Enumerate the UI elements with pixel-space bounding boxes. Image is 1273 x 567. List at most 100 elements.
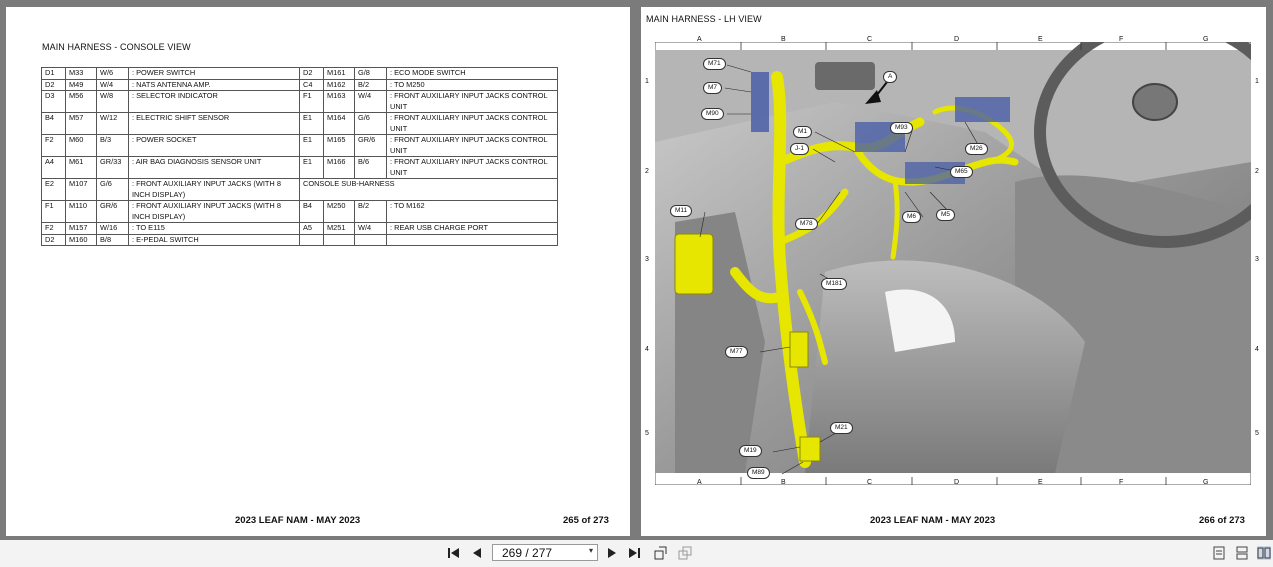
last-page-icon[interactable] — [627, 546, 641, 560]
table-cell: B/8 — [96, 233, 129, 246]
table-cell: W/12 — [96, 112, 129, 135]
table-cell: : TO M250 — [386, 78, 558, 91]
table-cell: D3 — [41, 90, 66, 113]
table-cell: E1 — [299, 112, 324, 135]
table-cell: F1 — [41, 200, 66, 223]
grid-col-label-top: F — [1119, 36, 1124, 43]
table-cell: M56 — [65, 90, 97, 113]
table-cell: E2 — [41, 178, 66, 201]
table-cell: GR/6 — [96, 200, 129, 223]
connector-callout: M19 — [739, 445, 762, 457]
connector-callout: M90 — [701, 108, 724, 120]
grid-col-label-bottom: G — [1203, 479, 1209, 486]
table-cell: : POWER SOCKET — [128, 134, 300, 157]
rotate-icon[interactable] — [654, 546, 668, 560]
grid-col-label-bottom: E — [1038, 479, 1043, 486]
table-cell: B/2 — [354, 200, 387, 223]
footer-title: 2023 LEAF NAM - MAY 2023 — [235, 515, 361, 526]
connector-callout: M11 — [670, 205, 693, 217]
table-cell: : E-PEDAL SWITCH — [128, 233, 300, 246]
connector-table: D1 M33 W/6: POWER SWITCH D2 M161 G/8: ECO MOD… — [41, 67, 558, 246]
table-cell: A5 — [299, 222, 324, 235]
two-page-icon[interactable] — [1257, 546, 1271, 560]
export-icon[interactable] — [678, 546, 692, 560]
table-cell — [386, 233, 558, 246]
grid-row-label-left: 5 — [645, 430, 649, 437]
table-cell: W/4 — [354, 90, 387, 113]
grid-row-label-right: 3 — [1255, 256, 1259, 263]
footer-title: 2023 LEAF NAM - MAY 2023 — [870, 515, 996, 526]
table-cell: M161 — [323, 67, 355, 80]
table-cell — [323, 233, 355, 246]
next-page-icon[interactable] — [605, 546, 619, 560]
table-cell: M251 — [323, 222, 355, 235]
harness-illustration — [654, 16, 1273, 486]
connector-callout: J-1 — [790, 143, 810, 155]
table-row: F2 M60 B/3: POWER SOCKET E1 M165 GR/6: FRONT … — [41, 134, 558, 157]
grid-col-label-top: G — [1203, 36, 1209, 43]
table-cell: W/16 — [96, 222, 129, 235]
page-number-field[interactable]: 269 / 277 ▾ — [492, 544, 598, 561]
table-cell: W/4 — [354, 222, 387, 235]
section-header: CONSOLE SUB-HARNESS — [299, 178, 558, 201]
connector-callout: M181 — [821, 278, 848, 290]
grid-row-label-right: 2 — [1255, 168, 1259, 175]
table-cell: G/6 — [96, 178, 129, 201]
connector-callout: M26 — [965, 143, 988, 155]
table-cell: M110 — [65, 200, 97, 223]
table-cell: F1 — [299, 90, 324, 113]
table-cell: M157 — [65, 222, 97, 235]
grid-row-label-left: 4 — [645, 346, 649, 353]
connector-callout: M89 — [747, 467, 770, 479]
table-cell: M107 — [65, 178, 97, 201]
table-cell: M250 — [323, 200, 355, 223]
page-indicator: 269 / 277 — [502, 546, 553, 560]
table-cell: G/6 — [354, 112, 387, 135]
table-cell: : ECO MODE SWITCH — [386, 67, 558, 80]
connector-callout: M93 — [890, 122, 913, 134]
page-title: MAIN HARNESS - LH VIEW — [646, 14, 762, 24]
grid-col-label-top: B — [781, 36, 786, 43]
table-cell: M163 — [323, 90, 355, 113]
table-cell: : REAR USB CHARGE PORT — [386, 222, 558, 235]
table-cell: M160 — [65, 233, 97, 246]
footer-page-number: 266 of 273 — [1199, 515, 1245, 526]
connector-callout: M7 — [703, 82, 723, 94]
table-cell: W/4 — [96, 78, 129, 91]
table-cell: C4 — [299, 78, 324, 91]
grid-col-label-bottom: A — [697, 479, 702, 486]
table-cell: : FRONT AUXILIARY INPUT JACKS CONTROL UN… — [386, 156, 558, 179]
table-cell: B/3 — [96, 134, 129, 157]
table-cell: : TO M162 — [386, 200, 558, 223]
grid-col-label-top: C — [867, 36, 873, 43]
first-page-icon[interactable] — [447, 546, 461, 560]
chevron-down-icon[interactable]: ▾ — [589, 546, 593, 555]
table-cell: D2 — [41, 233, 66, 246]
continuous-icon[interactable] — [1235, 546, 1249, 560]
single-page-icon[interactable] — [1212, 546, 1226, 560]
table-cell: E1 — [299, 156, 324, 179]
table-row: F1 M110 GR/6: FRONT AUXILIARY INPUT JACKS … — [41, 200, 558, 223]
table-cell: : FRONT AUXILIARY INPUT JACKS CONTROL UN… — [386, 112, 558, 135]
prev-page-icon[interactable] — [470, 546, 484, 560]
table-cell: G/8 — [354, 67, 387, 80]
grid-col-label-bottom: F — [1119, 479, 1124, 486]
table-row: D2 M160 B/8: E-PEDAL SWITCH — [41, 233, 558, 246]
table-cell: M57 — [65, 112, 97, 135]
page-title: MAIN HARNESS - CONSOLE VIEW — [42, 42, 191, 52]
table-cell: : ELECTRIC SHIFT SENSOR — [128, 112, 300, 135]
connector-callout: M6 — [902, 211, 922, 223]
table-cell: W/8 — [96, 90, 129, 113]
table-cell: W/6 — [96, 67, 129, 80]
table-row: D3 M56 W/8: SELECTOR INDICATOR F1 M163 W/4: F… — [41, 90, 558, 113]
connector-callout: M1 — [793, 126, 813, 138]
table-cell: M61 — [65, 156, 97, 179]
connector-callout: M65 — [950, 166, 973, 178]
left-page: MAIN HARNESS - CONSOLE VIEW D1 M33 W/6: PO… — [6, 7, 630, 536]
connector-callout: M78 — [795, 218, 818, 230]
table-cell: B4 — [41, 112, 66, 135]
table-cell: : FRONT AUXILIARY INPUT JACKS CONTROL UN… — [386, 134, 558, 157]
table-cell: M165 — [323, 134, 355, 157]
grid-row-label-right: 1 — [1255, 78, 1259, 85]
grid-col-label-top: D — [954, 36, 960, 43]
